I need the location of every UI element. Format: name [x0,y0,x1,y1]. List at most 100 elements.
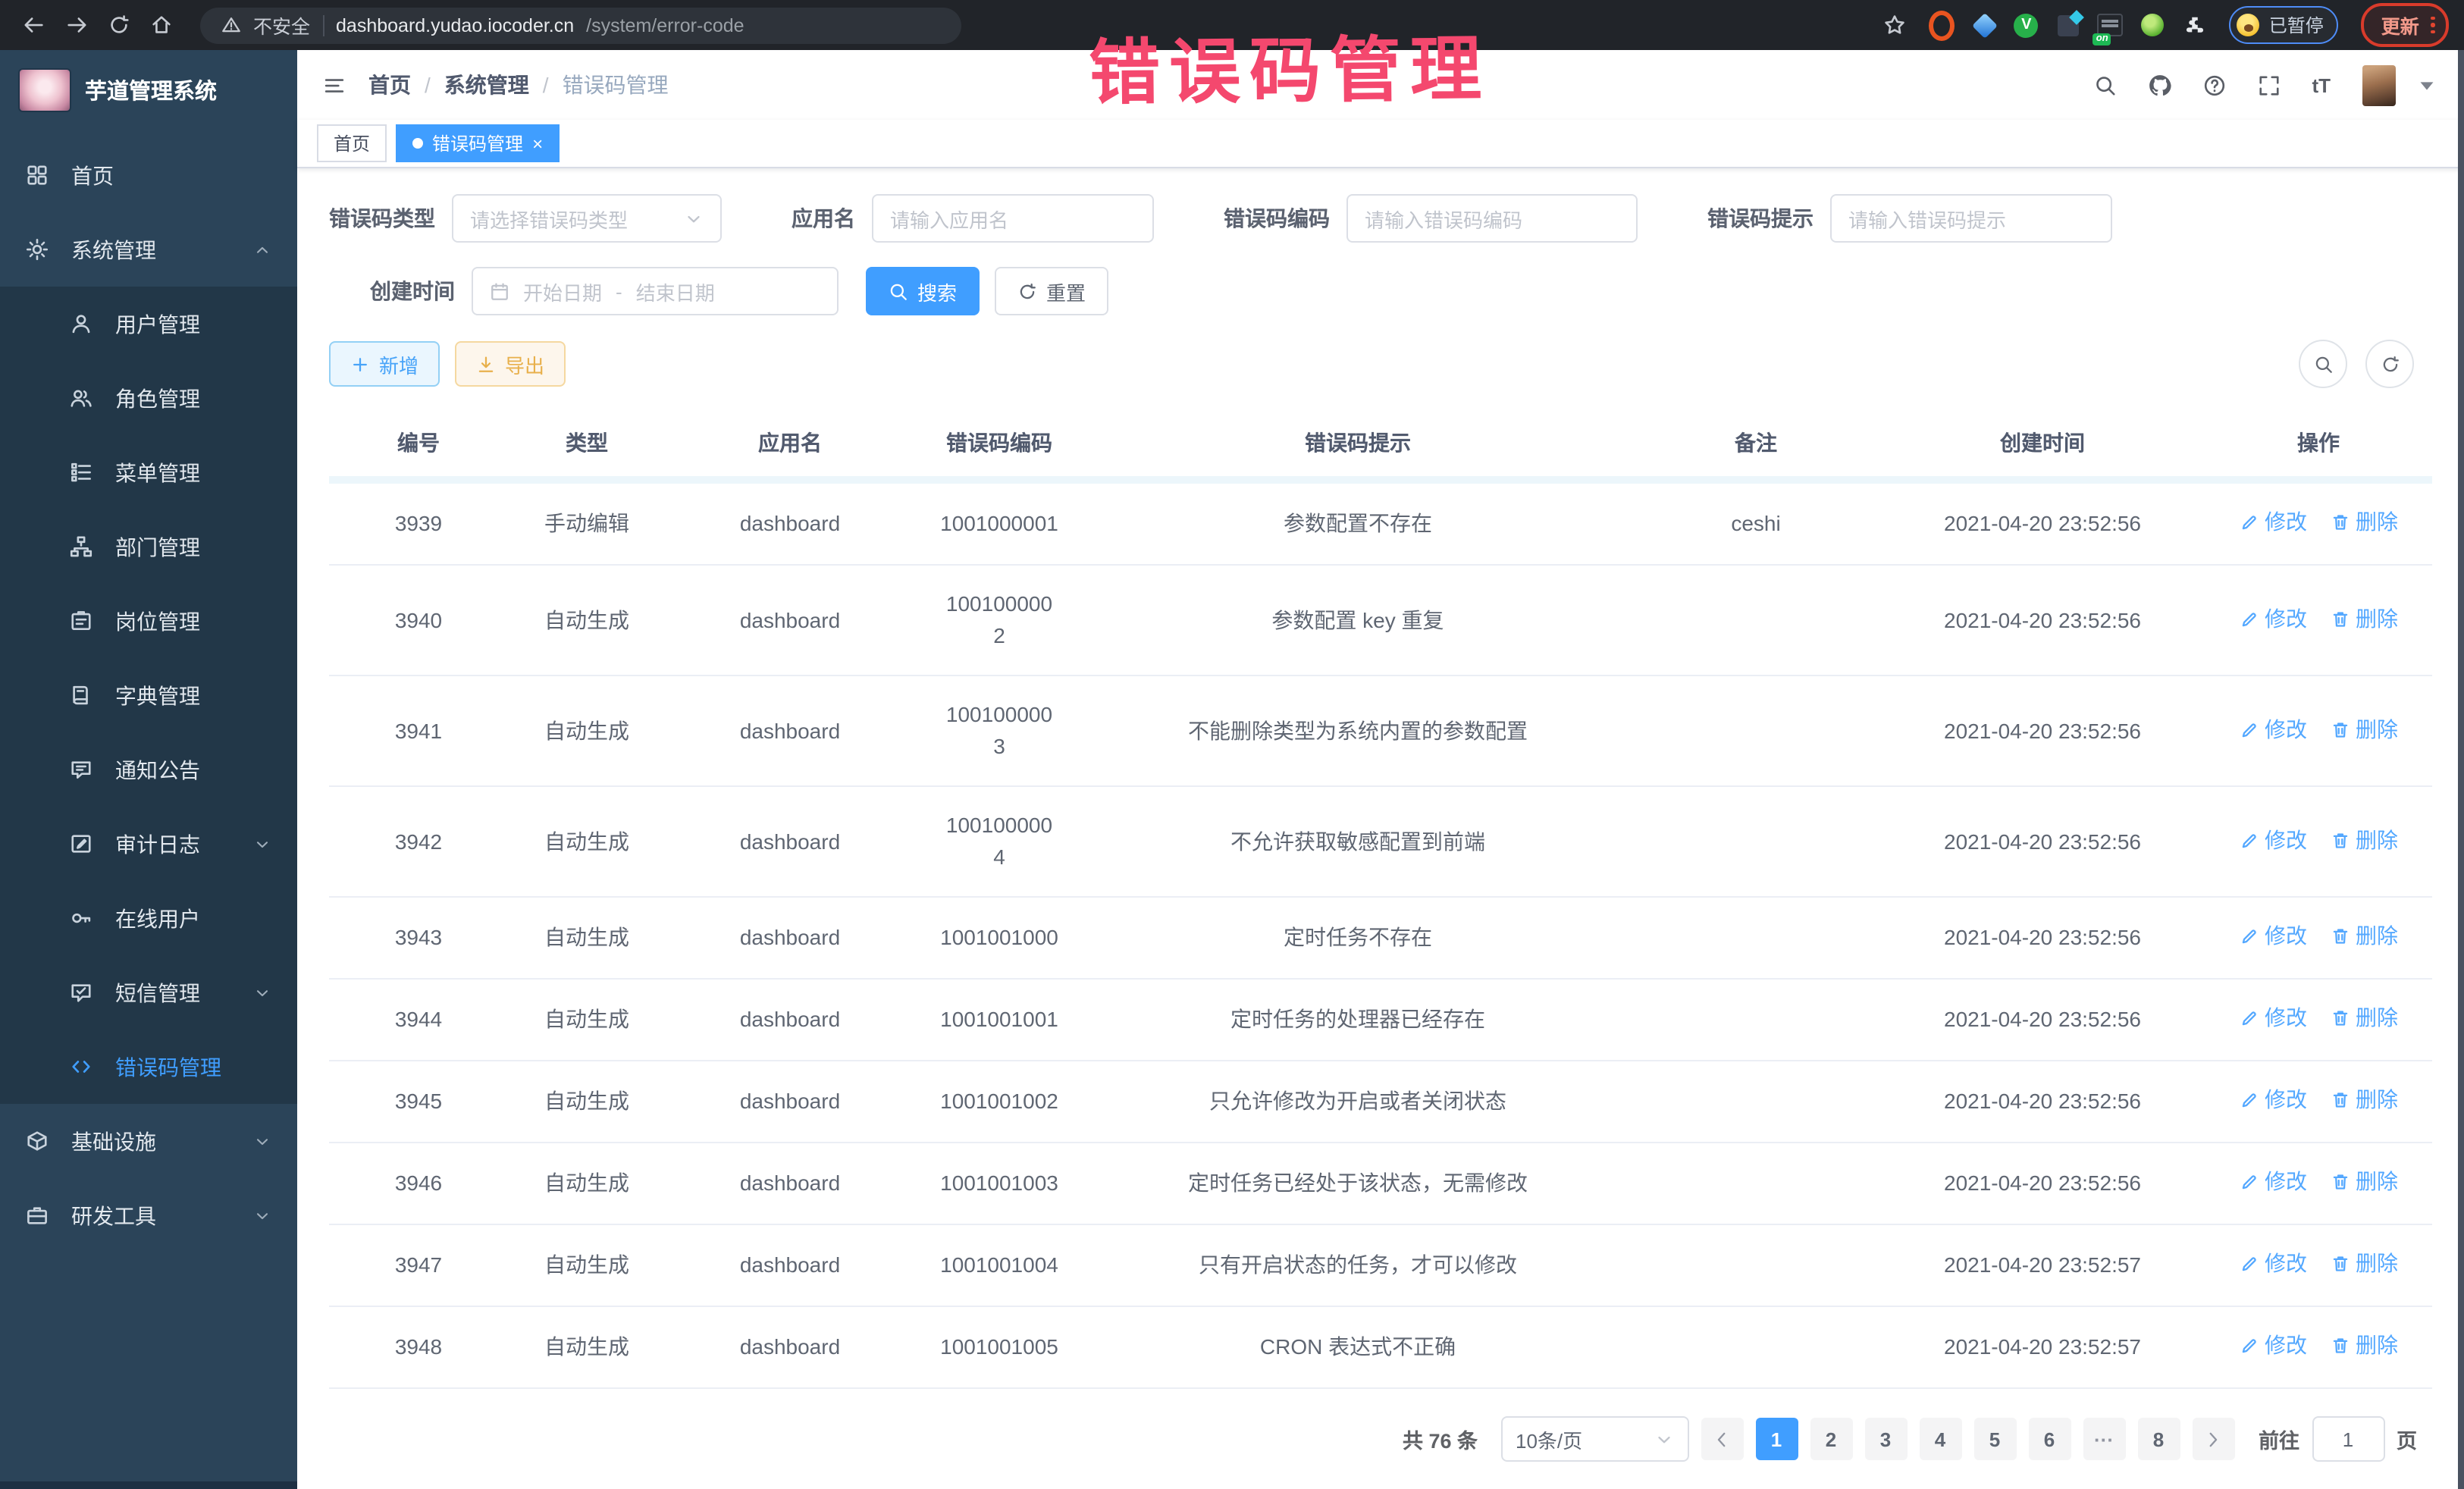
edit-link[interactable]: 修改 [2239,824,2307,856]
page-button-6[interactable]: 6 [2028,1418,2071,1460]
breadcrumb-home[interactable]: 首页 [368,70,411,100]
user-avatar[interactable] [2362,64,2396,105]
browser-back-icon[interactable] [15,7,52,43]
browser-reload-icon[interactable] [100,7,136,43]
page-scrollbar[interactable] [2458,50,2464,1489]
page-button-1[interactable]: 1 [1755,1418,1798,1460]
browser-chrome: 不安全 dashboard.yudao.iocoder.cn/system/er… [0,0,2464,50]
sidebar-item-devtools[interactable]: 研发工具 [0,1178,297,1252]
page-button-3[interactable]: 3 [1864,1418,1907,1460]
create-time-range-picker[interactable]: 开始日期 - 结束日期 [472,267,839,315]
edit-link[interactable]: 修改 [2239,1330,2307,1362]
edit-link[interactable]: 修改 [2239,1248,2307,1280]
sidebar-item-announcement[interactable]: 通知公告 [0,732,297,807]
delete-link[interactable]: 删除 [2330,1330,2398,1362]
sidebar-toggle-icon[interactable] [323,74,346,96]
breadcrumb-separator: / [543,73,549,97]
edit-link[interactable]: 修改 [2239,1084,2307,1116]
sidebar-item-infra[interactable]: 基础设施 [0,1104,297,1178]
toggle-search-button[interactable] [2299,340,2347,388]
sidebar-item-user[interactable]: 用户管理 [0,287,297,361]
edit-link[interactable]: 修改 [2239,713,2307,745]
browser-update-button[interactable]: 更新 [2362,3,2449,47]
breadcrumb-system[interactable]: 系统管理 [444,70,529,100]
page-button-2[interactable]: 2 [1810,1418,1852,1460]
delete-link[interactable]: 删除 [2330,1084,2398,1116]
browser-home-icon[interactable] [143,7,179,43]
sidebar-item-org-tree[interactable]: 部门管理 [0,509,297,584]
ext-tiles-icon[interactable] [2055,12,2081,38]
ext-green-v-icon[interactable]: V [2014,13,2039,37]
ext-orange-ring-icon[interactable] [1930,12,1955,38]
cell-time: 2021-04-20 23:52:56 [1880,786,2205,897]
sidebar-item-users[interactable]: 角色管理 [0,361,297,435]
refresh-table-button[interactable] [2365,340,2414,388]
filter-type-label: 错误码类型 [329,203,435,234]
extensions-puzzle-icon[interactable] [2183,12,2209,38]
ext-green-creature-icon[interactable] [2140,12,2166,38]
delete-link[interactable]: 删除 [2330,824,2398,856]
sidebar-collapse-bar[interactable] [0,1481,297,1489]
sidebar-item-online-user[interactable]: 在线用户 [0,881,297,955]
sidebar-logo-row[interactable]: 芋道管理系统 [0,50,297,129]
chevron-down-icon [684,208,704,228]
sidebar-item-error-code[interactable]: 错误码管理 [0,1030,297,1104]
sidebar-item-audit-log[interactable]: 审计日志 [0,807,297,881]
delete-link[interactable]: 删除 [2330,713,2398,745]
delete-link[interactable]: 删除 [2330,1248,2398,1280]
ext-switch-icon[interactable]: on [2098,12,2124,38]
prev-page-button[interactable] [1701,1418,1743,1460]
page-size-select[interactable]: 10条/页 [1500,1416,1688,1462]
error-code-input[interactable]: 请输入错误码编码 [1346,194,1638,243]
edit-link[interactable]: 修改 [2239,920,2307,952]
help-icon[interactable] [2202,74,2225,96]
profile-paused-badge[interactable]: 已暂停 [2230,6,2339,44]
delete-link[interactable]: 删除 [2330,920,2398,952]
fullscreen-icon[interactable] [2257,74,2280,96]
url-bar[interactable]: 不安全 dashboard.yudao.iocoder.cn/system/er… [200,7,961,43]
url-path: /system/error-code [586,14,744,36]
avatar-caret-down-icon[interactable] [2415,74,2438,96]
error-type-select[interactable]: 请选择错误码类型 [452,194,722,243]
add-button[interactable]: 新增 [329,341,440,387]
sidebar-item-dictionary[interactable]: 字典管理 [0,658,297,732]
pager-more-button[interactable]: ··· [2083,1418,2125,1460]
browser-forward-icon[interactable] [58,7,94,43]
org-tree-icon [70,535,92,558]
edit-link[interactable]: 修改 [2239,1166,2307,1198]
sidebar-item-badge[interactable]: 岗位管理 [0,584,297,658]
edit-link[interactable]: 修改 [2239,506,2307,538]
header-search-icon[interactable] [2093,74,2116,96]
tag-error-code[interactable]: 错误码管理 × [396,124,560,162]
browser-menu-icon[interactable] [2431,16,2435,34]
reset-button[interactable]: 重置 [995,267,1108,315]
tag-home[interactable]: 首页 [317,124,387,162]
edit-link[interactable]: 修改 [2239,603,2307,635]
font-size-icon[interactable]: tT [2312,74,2331,96]
edit-link[interactable]: 修改 [2239,1002,2307,1034]
delete-link[interactable]: 删除 [2330,603,2398,635]
next-page-button[interactable] [2192,1418,2234,1460]
ext-blue-gem-icon[interactable] [1972,12,1998,38]
sidebar-item-sms[interactable]: 短信管理 [0,955,297,1030]
sidebar-item-home[interactable]: 首页 [0,138,297,212]
delete-link[interactable]: 删除 [2330,506,2398,538]
page-button-8[interactable]: 8 [2137,1418,2180,1460]
export-button[interactable]: 导出 [455,341,566,387]
page-button-4[interactable]: 4 [1919,1418,1961,1460]
app-name-input[interactable]: 请输入应用名 [872,194,1154,243]
cell-app: dashboard [666,565,914,676]
github-icon[interactable] [2148,74,2171,96]
tag-close-icon[interactable]: × [532,134,543,152]
search-button[interactable]: 搜索 [866,267,980,315]
sms-icon [70,981,92,1004]
goto-page-input[interactable] [2312,1416,2384,1462]
cell-id: 3947 [329,1224,508,1306]
sidebar-item-gear[interactable]: 系统管理 [0,212,297,287]
delete-link[interactable]: 删除 [2330,1002,2398,1034]
sidebar-item-menu-list[interactable]: 菜单管理 [0,435,297,509]
page-button-5[interactable]: 5 [1973,1418,2016,1460]
delete-link[interactable]: 删除 [2330,1166,2398,1198]
bookmark-star-icon[interactable] [1876,7,1913,43]
error-msg-input[interactable]: 请输入错误码提示 [1830,194,2112,243]
